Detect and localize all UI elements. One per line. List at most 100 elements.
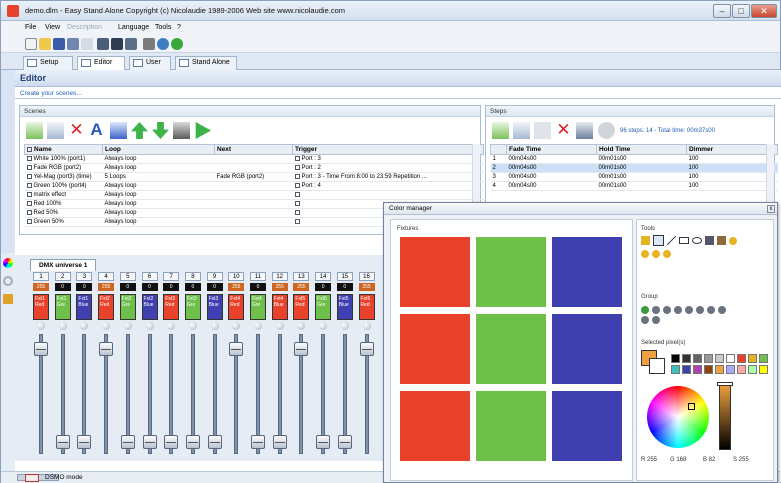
channel-value[interactable]: 0 xyxy=(119,283,136,291)
monitor-icon[interactable] xyxy=(111,38,123,50)
palette-swatch[interactable] xyxy=(682,354,691,363)
trigger-checkbox[interactable] xyxy=(294,165,300,170)
scene-checkbox[interactable] xyxy=(26,192,32,197)
palette-swatch[interactable] xyxy=(715,365,724,374)
trigger-checkbox[interactable] xyxy=(294,183,300,188)
fixture-cell[interactable] xyxy=(551,236,623,308)
step-hold-time[interactable]: 00m01s00 xyxy=(596,181,687,191)
scene-row[interactable]: Yel-Mag (port3) (time) 5 Loops Fade RGB … xyxy=(24,172,484,182)
scene-row[interactable]: White 100% (port1) Always loop Port : 3 xyxy=(24,154,484,164)
channel-led-icon[interactable] xyxy=(145,322,154,330)
channel-value[interactable]: 0 xyxy=(250,283,266,291)
channel-led-icon[interactable] xyxy=(80,322,89,330)
channel-value[interactable]: 0 xyxy=(336,283,353,291)
scene-next-cell[interactable] xyxy=(214,154,293,164)
step-fade-time[interactable]: 00m04s00 xyxy=(506,172,597,182)
scene-checkbox[interactable] xyxy=(26,201,32,206)
col-dimmer[interactable]: Dimmer xyxy=(686,144,778,155)
channel-fader-knob[interactable] xyxy=(120,434,135,449)
scene-next-cell[interactable]: Fade RGB (port2) xyxy=(214,172,293,182)
group-button-icon[interactable] xyxy=(718,306,726,314)
scene-loop-cell[interactable]: Always loop xyxy=(102,181,215,191)
pencil-tool-icon[interactable] xyxy=(641,236,650,245)
step-hold-time[interactable]: 00m01s00 xyxy=(596,172,687,182)
fill-tool-icon[interactable] xyxy=(705,236,714,245)
channel-value[interactable]: 255 xyxy=(33,283,49,291)
fixture-cell[interactable] xyxy=(399,236,471,308)
group-button-icon[interactable] xyxy=(652,316,660,324)
scene-next-cell[interactable] xyxy=(214,190,293,200)
scene-name-cell[interactable]: Red 100% xyxy=(24,199,103,209)
scene-next-cell[interactable] xyxy=(214,163,293,173)
channel-fader-knob[interactable] xyxy=(142,434,157,449)
palette-swatch[interactable] xyxy=(726,365,735,374)
group-button-icon[interactable] xyxy=(663,306,671,314)
trigger-checkbox[interactable] xyxy=(294,219,300,224)
group-button-icon[interactable] xyxy=(707,306,715,314)
channel-led-icon[interactable] xyxy=(167,322,176,330)
scene-row[interactable]: Green 100% (port4) Always loop Port : 4 xyxy=(24,181,484,191)
save-icon[interactable] xyxy=(53,38,65,50)
scene-name-cell[interactable]: Red 50% xyxy=(24,208,103,218)
scene-loop-cell[interactable]: Always loop xyxy=(102,217,215,227)
menu-language[interactable]: Language xyxy=(118,24,149,31)
chart-icon[interactable] xyxy=(125,38,137,50)
channel-fader-knob[interactable] xyxy=(164,434,179,449)
col-trigger[interactable]: Trigger xyxy=(292,144,484,155)
step-row[interactable]: 2 00m04s00 00m01s00 100 xyxy=(490,163,778,173)
tab-user[interactable]: User xyxy=(129,56,171,70)
channel-fader-knob[interactable] xyxy=(55,434,70,449)
group-button-icon[interactable] xyxy=(652,306,660,314)
step-hold-time[interactable]: 00m01s00 xyxy=(596,154,687,164)
scene-checkbox[interactable] xyxy=(26,183,32,188)
minimize-button[interactable]: – xyxy=(713,4,731,18)
rename-scene-icon[interactable]: A xyxy=(88,121,105,139)
step-row[interactable]: 3 00m04s00 00m01s00 100 xyxy=(490,172,778,182)
channel-value[interactable]: 0 xyxy=(315,283,332,291)
scene-row[interactable]: Fade RGB (port2) Always loop Port : 2 xyxy=(24,163,484,173)
color-wheel-icon[interactable] xyxy=(3,258,13,268)
group-button-icon[interactable] xyxy=(641,306,649,314)
color-wheel[interactable] xyxy=(647,386,709,448)
grid-icon[interactable] xyxy=(97,38,109,50)
channel-led-icon[interactable] xyxy=(362,322,371,330)
scene-loop-cell[interactable]: Always loop xyxy=(102,208,215,218)
palette-swatch[interactable] xyxy=(671,354,680,363)
group-button-icon[interactable] xyxy=(674,306,682,314)
channel-value[interactable]: 0 xyxy=(184,283,201,291)
tool-dot-icon-4[interactable] xyxy=(663,250,671,258)
col-step-num[interactable] xyxy=(490,144,507,155)
maximize-button[interactable]: □ xyxy=(732,4,750,18)
palette-swatch[interactable] xyxy=(693,354,702,363)
pen-icon[interactable] xyxy=(143,38,155,50)
channel-fader-knob[interactable] xyxy=(185,434,200,449)
palette-swatch[interactable] xyxy=(759,365,768,374)
brush-tool-icon[interactable] xyxy=(717,236,726,245)
rectangle-tool-icon[interactable] xyxy=(679,237,689,244)
channel-fader-knob[interactable] xyxy=(316,434,331,449)
channel-fader-knob[interactable] xyxy=(337,434,352,449)
scene-trigger-cell[interactable]: Port : 3 xyxy=(292,154,484,164)
color-manager-close-button[interactable]: x xyxy=(767,205,775,213)
channel-value[interactable]: 0 xyxy=(206,283,223,291)
scene-row[interactable]: matrix effect Always loop xyxy=(24,190,484,200)
step-settings-icon[interactable] xyxy=(576,122,593,139)
menu-description[interactable]: Description xyxy=(67,24,102,31)
channel-fader-knob[interactable] xyxy=(99,342,114,357)
trigger-checkbox[interactable] xyxy=(294,192,300,197)
fixture-cell[interactable] xyxy=(475,390,547,462)
tab-setup[interactable]: Setup xyxy=(23,56,73,70)
scene-checkbox[interactable] xyxy=(26,174,32,179)
step-row[interactable]: 1 00m04s00 00m01s00 100 xyxy=(490,154,778,164)
channel-value[interactable]: 255 xyxy=(293,283,310,291)
channel-led-icon[interactable] xyxy=(232,322,241,330)
step-dimmer[interactable]: 100 xyxy=(686,154,778,164)
channel-led-icon[interactable] xyxy=(319,322,328,330)
edit-scene-icon[interactable] xyxy=(110,122,127,139)
menu-view[interactable]: View xyxy=(45,24,60,31)
tool-dot-icon-2[interactable] xyxy=(641,250,649,258)
scene-loop-cell[interactable]: Always loop xyxy=(102,199,215,209)
tab-stand-alone[interactable]: Stand Alone xyxy=(175,56,237,70)
delete-scene-icon[interactable]: ✕ xyxy=(68,121,85,139)
background-color-swatch[interactable] xyxy=(649,358,665,374)
